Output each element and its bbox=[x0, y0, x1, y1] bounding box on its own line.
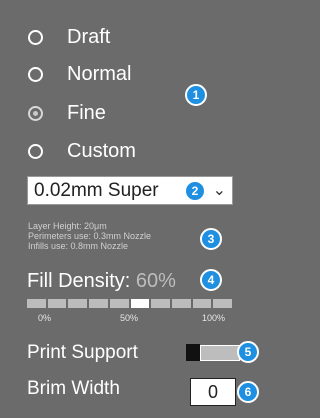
brim-width-input[interactable] bbox=[190, 378, 236, 406]
slider-segment[interactable] bbox=[27, 299, 46, 308]
radio-circle-selected[interactable] bbox=[28, 105, 43, 121]
step-badge-2: 2 bbox=[184, 180, 206, 202]
slider-segment[interactable] bbox=[68, 299, 88, 308]
toggle-track[interactable] bbox=[200, 345, 240, 361]
slider-segment[interactable] bbox=[192, 299, 212, 308]
infills-text: Infills use: 0.8mm Nozzle bbox=[28, 241, 129, 251]
slider-segment[interactable] bbox=[151, 299, 170, 308]
toggle-knob[interactable] bbox=[186, 344, 200, 361]
slider-segment[interactable] bbox=[47, 299, 67, 308]
chevron-down-icon[interactable]: ⌄ bbox=[213, 180, 226, 200]
step-badge-6: 6 bbox=[237, 381, 259, 403]
fill-density-slider[interactable] bbox=[27, 299, 233, 308]
radio-normal[interactable]: Normal bbox=[28, 59, 131, 89]
slider-tick-mid: 50% bbox=[120, 313, 139, 323]
radio-circle[interactable] bbox=[28, 143, 43, 159]
print-support-label: Print Support bbox=[27, 342, 138, 363]
preset-select-value: 0.02mm Super bbox=[34, 179, 159, 201]
step-badge-1: 1 bbox=[185, 84, 207, 106]
radio-custom[interactable]: Custom bbox=[28, 136, 136, 166]
fill-density-value: 60% bbox=[135, 270, 176, 292]
print-info: Layer Height: 20μm Perimeters use: 0.3mm… bbox=[28, 221, 151, 251]
slider-segment[interactable] bbox=[109, 299, 129, 308]
perimeters-text: Perimeters use: 0.3mm Nozzle bbox=[28, 231, 152, 241]
radio-circle[interactable] bbox=[28, 29, 43, 45]
fill-density-label: Fill Density: 60% bbox=[27, 270, 176, 293]
radio-label-fine: Fine bbox=[67, 101, 106, 124]
layer-height-text: Layer Height: 20μm bbox=[28, 221, 107, 231]
slider-handle[interactable] bbox=[130, 299, 150, 308]
slider-tick-max: 100% bbox=[202, 313, 226, 323]
radio-label-custom: Custom bbox=[67, 139, 136, 162]
radio-label-draft: Draft bbox=[67, 25, 111, 48]
slider-tick-min: 0% bbox=[38, 313, 52, 323]
step-badge-5: 5 bbox=[237, 341, 259, 363]
slider-segment[interactable] bbox=[89, 299, 108, 308]
slider-segment[interactable] bbox=[213, 299, 233, 308]
fill-density-title: Fill Density: bbox=[27, 270, 131, 292]
print-support-toggle[interactable] bbox=[186, 344, 240, 361]
step-badge-4: 4 bbox=[200, 269, 222, 291]
slider-segment[interactable] bbox=[171, 299, 191, 308]
radio-draft[interactable]: Draft bbox=[28, 22, 110, 52]
step-badge-3: 3 bbox=[200, 228, 222, 250]
radio-circle[interactable] bbox=[28, 66, 43, 82]
radio-fine[interactable]: Fine bbox=[28, 98, 106, 128]
radio-label-normal: Normal bbox=[67, 62, 132, 85]
brim-width-label: Brim Width bbox=[27, 378, 120, 399]
